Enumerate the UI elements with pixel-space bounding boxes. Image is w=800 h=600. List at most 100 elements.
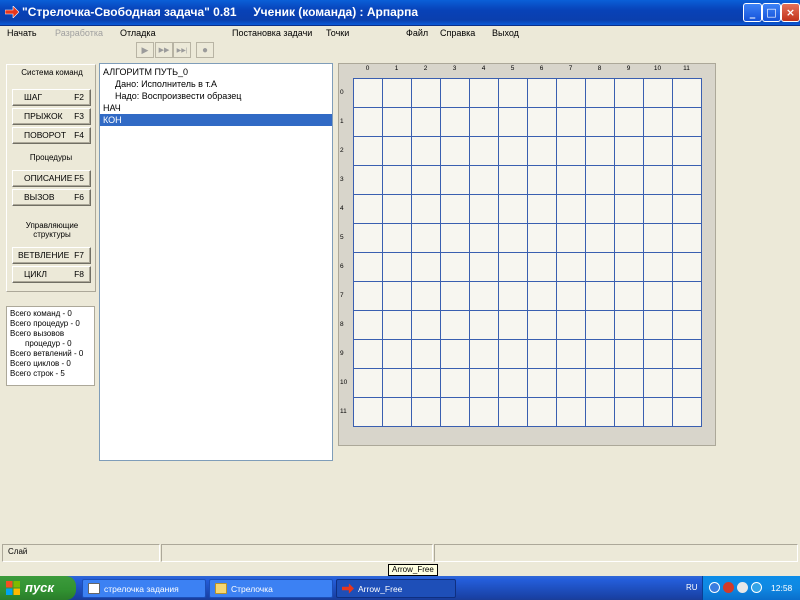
grid-row-label: 0: [340, 88, 344, 96]
grid-row-label: 5: [340, 233, 344, 241]
menu-file[interactable]: Файл: [406, 26, 428, 40]
grid-line-horizontal: [353, 339, 702, 340]
menu-points[interactable]: Точки: [326, 26, 349, 40]
windows-logo-icon: [6, 581, 20, 595]
document-icon: [88, 583, 100, 594]
close-button[interactable]: ×: [781, 3, 800, 22]
step-button[interactable]: ШАГ F2: [12, 89, 91, 106]
menu-exit[interactable]: Выход: [492, 26, 519, 40]
statistics-box: Всего команд - 0 Всего процедур - 0 Всег…: [6, 306, 95, 386]
grid-column-label: 0: [365, 65, 370, 72]
task-button-document[interactable]: стрелочка задания: [82, 579, 206, 598]
status-cell: Слай: [2, 544, 160, 562]
menu-help[interactable]: Справка: [440, 26, 475, 40]
status-cell: [434, 544, 798, 562]
program-line[interactable]: Дано: Исполнитель в т.А: [100, 78, 332, 90]
stop-button[interactable]: ●: [196, 42, 214, 58]
grid-line-horizontal: [353, 397, 702, 398]
arrow-app-icon: [5, 6, 19, 18]
turn-button[interactable]: ПОВОРОТ F4: [12, 127, 91, 144]
menu-development[interactable]: Разработка: [55, 26, 103, 40]
run-button[interactable]: ▶: [136, 42, 154, 58]
grid-row-label: 10: [340, 378, 348, 386]
grid-line-horizontal: [353, 194, 702, 195]
stat-calls-count: процедур - 0: [25, 339, 72, 348]
jump-button[interactable]: ПРЫЖОК F3: [12, 108, 91, 125]
loop-button[interactable]: ЦИКЛ F8: [12, 266, 91, 283]
start-label: пуск: [25, 580, 54, 595]
grid-row-label: 11: [340, 407, 347, 415]
stat-loops: Всего циклов - 0: [10, 359, 71, 368]
tooltip: Arrow_Free: [388, 564, 438, 576]
grid-line-horizontal: [353, 252, 702, 253]
grid-column-label: 4: [481, 65, 486, 72]
volume-icon[interactable]: [737, 582, 748, 593]
grid-column-label: 2: [423, 65, 428, 72]
stat-calls: Всего вызовов: [10, 329, 65, 338]
start-button[interactable]: пуск: [0, 576, 76, 600]
grid-column-label: 10: [653, 65, 662, 72]
branch-button[interactable]: ВЕТВЛЕНИЕ F7: [12, 247, 91, 264]
network-icon[interactable]: [709, 582, 720, 593]
program-line[interactable]: НАЧ: [100, 102, 332, 114]
stop-icon: ●: [201, 44, 209, 56]
program-line-selected[interactable]: КОН: [100, 114, 332, 126]
stat-branches: Всего ветвлений - 0: [10, 349, 84, 358]
grid-column-label: 7: [568, 65, 573, 72]
stat-procedures: Всего процедур - 0: [10, 319, 80, 328]
task-button-arrow-free[interactable]: Arrow_Free: [336, 579, 456, 598]
run-icon: ▶: [141, 44, 149, 55]
step-forward-button[interactable]: ▶▶|: [173, 42, 191, 58]
grid-line-horizontal: [353, 368, 702, 369]
fast-forward-button[interactable]: ▶▶: [155, 42, 173, 58]
step-forward-icon: ▶▶|: [176, 47, 188, 54]
program-line[interactable]: Надо: Воспроизвести образец: [100, 90, 332, 102]
status-bar: Слай: [0, 544, 800, 564]
status-cell: [161, 544, 433, 562]
describe-button[interactable]: ОПИСАНИЕ F5: [12, 170, 91, 187]
program-line[interactable]: АЛГОРИТМ ПУТЬ_0: [100, 66, 332, 78]
menu-bar: Начать Разработка Отладка Постановка зад…: [0, 26, 800, 40]
grid-column-label: 11: [683, 65, 690, 72]
status-text: Слай: [8, 547, 28, 556]
grid-row-label: 9: [340, 349, 344, 357]
arrow-app-icon: [342, 583, 354, 594]
maximize-button[interactable]: □: [762, 3, 781, 22]
grid-row-label: 2: [340, 146, 344, 154]
program-editor[interactable]: АЛГОРИТМ ПУТЬ_0 Дано: Исполнитель в т.А …: [99, 63, 333, 461]
grid-row-label: 1: [340, 117, 344, 125]
stat-lines: Всего строк - 5: [10, 369, 65, 378]
language-indicator[interactable]: RU: [686, 583, 698, 592]
messenger-icon[interactable]: [751, 582, 762, 593]
grid-line-horizontal: [353, 426, 702, 427]
minimize-button[interactable]: _: [743, 3, 762, 22]
grid-column-label: 9: [626, 65, 631, 72]
security-icon[interactable]: [723, 582, 734, 593]
grid-line-horizontal: [353, 310, 702, 311]
taskbar: пуск стрелочка задания Стрелочка Arrow_F…: [0, 576, 800, 600]
title-bar: "Стрелочка-Свободная задача" 0.81 Ученик…: [0, 0, 800, 26]
grid-line-horizontal: [353, 223, 702, 224]
clock: 12:58: [771, 583, 793, 593]
structures-heading: Управляющие структуры: [25, 221, 79, 239]
grid-row-label: 3: [340, 175, 344, 183]
grid-column-label: 6: [539, 65, 544, 72]
grid-column-label: 3: [452, 65, 457, 72]
grid-column-label: 5: [510, 65, 515, 72]
grid-column-label: 8: [597, 65, 602, 72]
call-button[interactable]: ВЫЗОВ F6: [12, 189, 91, 206]
grid-line-horizontal: [353, 136, 702, 137]
command-panel: Система команд ШАГ F2 ПРЫЖОК F3 ПОВОРОТ …: [6, 64, 96, 292]
fast-forward-icon: ▶▶: [158, 47, 170, 54]
menu-debug[interactable]: Отладка: [120, 26, 156, 40]
folder-icon: [215, 583, 227, 594]
grid-row-label: 7: [340, 291, 344, 299]
commands-heading: Система команд: [21, 68, 83, 77]
grid-line-horizontal: [353, 165, 702, 166]
task-button-folder[interactable]: Стрелочка: [209, 579, 333, 598]
grid-line-horizontal: [353, 78, 702, 79]
grid-line-horizontal: [353, 281, 702, 282]
menu-start[interactable]: Начать: [7, 26, 37, 40]
window-title: "Стрелочка-Свободная задача" 0.81 Ученик…: [22, 5, 419, 19]
menu-task-setup[interactable]: Постановка задачи: [232, 26, 312, 40]
